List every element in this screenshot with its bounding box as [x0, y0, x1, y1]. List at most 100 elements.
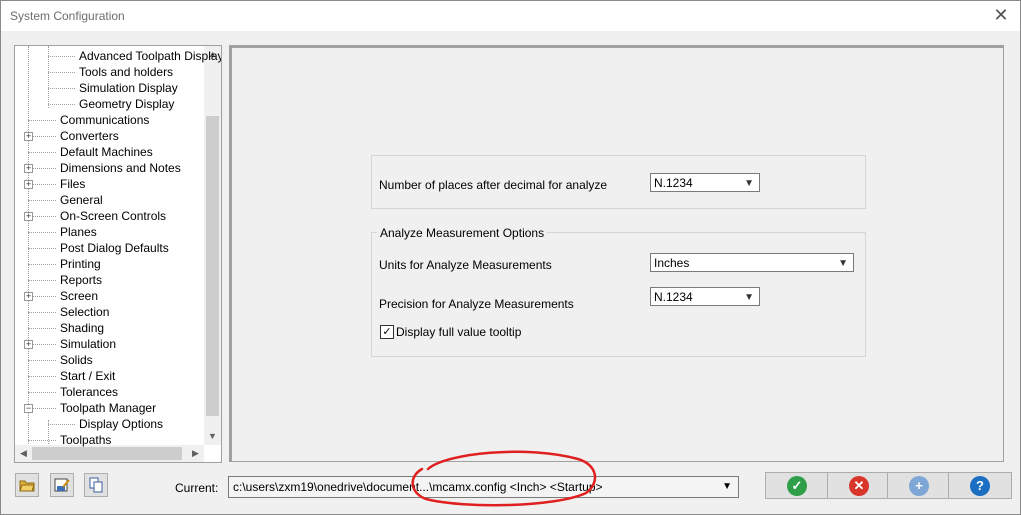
tree-item[interactable]: Simulation Display: [77, 80, 180, 96]
tree-item-label: Post Dialog Defaults: [60, 241, 169, 255]
save-config-button[interactable]: [50, 473, 74, 497]
tree-connector: [28, 312, 56, 313]
tree-item[interactable]: Tolerances: [58, 384, 120, 400]
tree-item-label: Converters: [60, 129, 119, 143]
copy-icon: [89, 477, 103, 493]
tree-item-label: Screen: [60, 289, 99, 303]
expand-icon[interactable]: +: [24, 340, 33, 349]
tree-item[interactable]: Display Options: [77, 416, 165, 432]
tree-vertical-scrollbar[interactable]: ▲ ▼: [204, 46, 221, 445]
tree-item[interactable]: Selection: [58, 304, 111, 320]
tree-item[interactable]: General: [58, 192, 105, 208]
analyze-options-title: Analyze Measurement Options: [377, 226, 548, 240]
ok-check-icon: ✓: [787, 476, 807, 496]
current-label: Current:: [175, 481, 219, 495]
help-button[interactable]: ?: [948, 472, 1012, 499]
tree-item[interactable]: Solids: [58, 352, 95, 368]
tree-connector: [48, 72, 75, 73]
expand-icon[interactable]: +: [24, 212, 33, 221]
precision-select[interactable]: N.1234 ▼: [650, 287, 760, 306]
tree-item-label: Planes: [60, 225, 97, 239]
tree-connector: [28, 248, 56, 249]
tree-item[interactable]: Start / Exit: [58, 368, 117, 384]
chevron-down-icon: ▼: [744, 178, 754, 189]
decimal-places-select[interactable]: N.1234 ▼: [650, 173, 760, 192]
units-select[interactable]: Inches ▼: [650, 253, 854, 272]
tree-connector: [48, 424, 75, 425]
tree-item[interactable]: Tools and holders: [77, 64, 175, 80]
tree-item-label: Simulation: [60, 337, 117, 351]
add-button[interactable]: +: [887, 472, 951, 499]
tree-item[interactable]: Files: [58, 176, 87, 192]
tree-item[interactable]: Dimensions and Notes: [58, 160, 183, 176]
tree-item[interactable]: Post Dialog Defaults: [58, 240, 171, 256]
tree-connector: [28, 46, 29, 446]
tree-item[interactable]: Printing: [58, 256, 103, 272]
tree-item[interactable]: Toolpath Manager: [58, 400, 158, 416]
chevron-down-icon: ▼: [838, 258, 848, 269]
tree-item-label: Solids: [60, 353, 93, 367]
tree-item[interactable]: Converters: [58, 128, 121, 144]
red-annotation-circle: [411, 450, 597, 507]
tree-item[interactable]: Planes: [58, 224, 99, 240]
tree-connector: [28, 440, 56, 441]
system-configuration-window: System Configuration ✕ ▲ ▼ ◀ ▶ Advanced …: [0, 0, 1021, 515]
cancel-x-icon: ✕: [849, 476, 869, 496]
tooltip-label: Display full value tooltip: [396, 325, 522, 339]
tree-item[interactable]: Advanced Toolpath Display: [77, 48, 222, 64]
scroll-right-arrow-icon[interactable]: ▶: [187, 445, 204, 462]
tree-item-label: Tolerances: [60, 385, 119, 399]
scroll-left-arrow-icon[interactable]: ◀: [15, 445, 32, 462]
window-title: System Configuration: [10, 9, 125, 23]
tree-item[interactable]: On-Screen Controls: [58, 208, 168, 224]
close-icon[interactable]: ✕: [990, 4, 1012, 26]
tree-connector: [28, 120, 56, 121]
scroll-thumb-horizontal[interactable]: [32, 447, 182, 460]
cancel-button[interactable]: ✕: [827, 472, 891, 499]
tree-item[interactable]: Reports: [58, 272, 104, 288]
tree-connector: [48, 56, 75, 57]
tree-connector: [48, 88, 75, 89]
tree-item[interactable]: Toolpaths: [58, 432, 113, 448]
tree-item-label: Display Options: [79, 417, 164, 431]
tree-item-label: Dimensions and Notes: [60, 161, 181, 175]
tree-item-label: Start / Exit: [60, 369, 116, 383]
tree-item[interactable]: Screen: [58, 288, 100, 304]
tree-item[interactable]: Communications: [58, 112, 151, 128]
open-folder-icon: [19, 480, 35, 492]
tree-item-label: Shading: [60, 321, 105, 335]
save-edit-icon: [54, 478, 70, 492]
tooltip-checkbox[interactable]: ✓: [380, 325, 394, 339]
tree-item[interactable]: Shading: [58, 320, 106, 336]
copy-config-button[interactable]: [84, 473, 108, 497]
expand-icon[interactable]: +: [24, 292, 33, 301]
decimal-places-value: N.1234: [654, 176, 693, 190]
units-value: Inches: [654, 256, 690, 270]
settings-tree[interactable]: ▲ ▼ ◀ ▶ Advanced Toolpath Display Tools a…: [14, 45, 222, 463]
scroll-down-arrow-icon[interactable]: ▼: [204, 428, 221, 445]
expand-icon[interactable]: +: [24, 180, 33, 189]
tree-item[interactable]: Geometry Display: [77, 96, 176, 112]
tree-item-label: Geometry Display: [79, 97, 175, 111]
tree-item[interactable]: Default Machines: [58, 144, 155, 160]
expand-icon[interactable]: +: [24, 164, 33, 173]
collapse-icon[interactable]: −: [24, 404, 33, 413]
chevron-down-icon: ▼: [722, 481, 732, 492]
tree-item-label: Communications: [60, 113, 150, 127]
tree-item-label: Advanced Toolpath Display: [79, 49, 222, 63]
expand-icon[interactable]: +: [24, 132, 33, 141]
scroll-thumb[interactable]: [206, 116, 219, 416]
tree-connector: [28, 392, 56, 393]
checkmark-icon: ✓: [382, 326, 392, 338]
ok-button[interactable]: ✓: [765, 472, 829, 499]
tree-item[interactable]: Simulation: [58, 336, 118, 352]
add-plus-icon: +: [909, 476, 929, 496]
tree-connector: [28, 376, 56, 377]
tree-item-label: Tools and holders: [79, 65, 174, 79]
help-question-icon: ?: [970, 476, 990, 496]
open-config-button[interactable]: [15, 473, 39, 497]
tree-item-label: Files: [60, 177, 86, 191]
tree-item-label: Toolpaths: [60, 433, 112, 447]
precision-value: N.1234: [654, 290, 693, 304]
chevron-down-icon: ▼: [744, 292, 754, 303]
